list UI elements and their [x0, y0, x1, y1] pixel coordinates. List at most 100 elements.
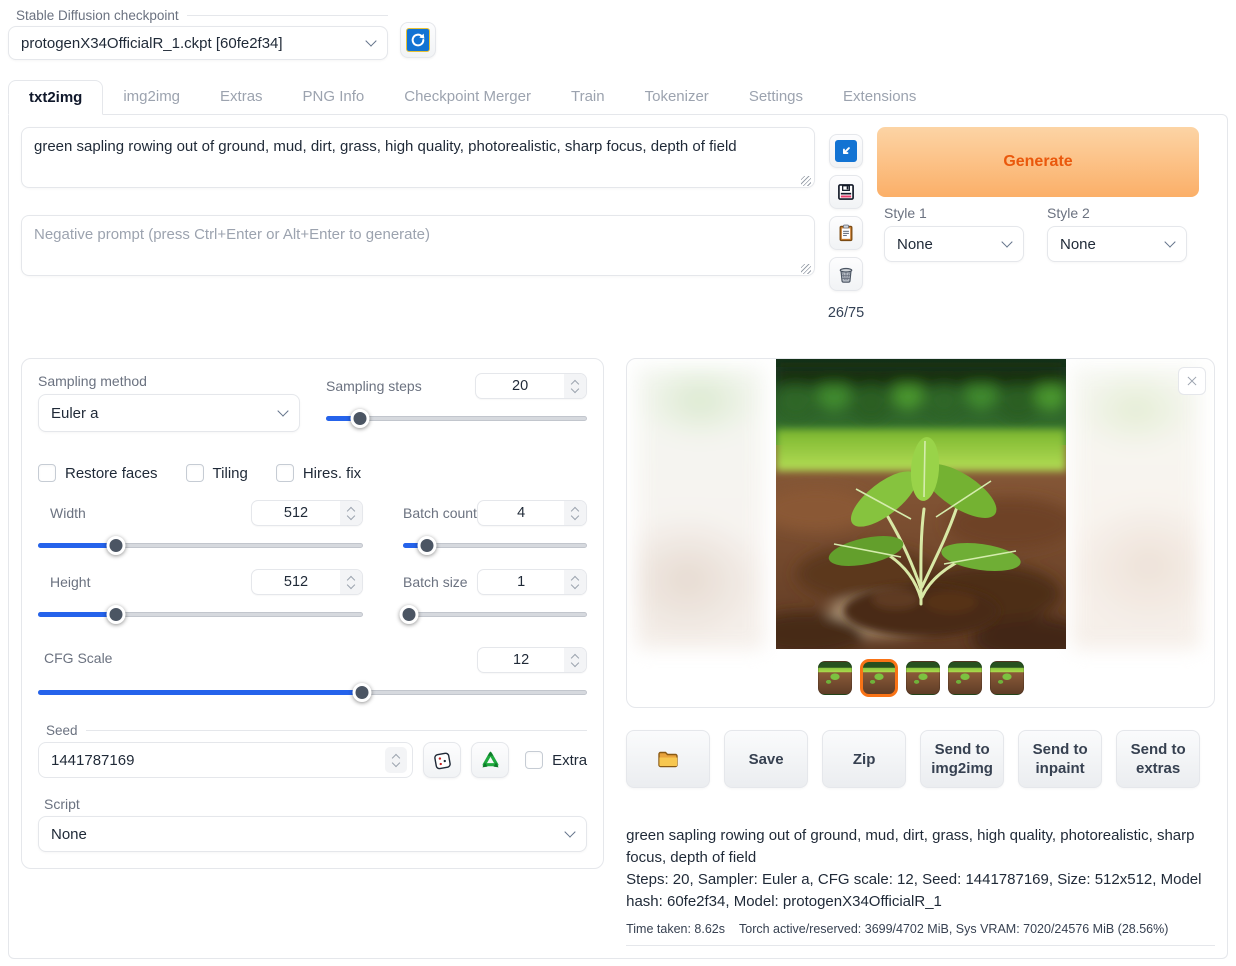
style1-select[interactable]: None	[884, 226, 1024, 262]
batch-size-label: Batch size	[403, 574, 468, 590]
checkbox-icon[interactable]	[38, 464, 56, 482]
height-field: Height 512	[38, 569, 363, 623]
tab-settings[interactable]: Settings	[729, 80, 823, 114]
tab-tokenizer[interactable]: Tokenizer	[625, 80, 729, 114]
tab-extensions[interactable]: Extensions	[823, 80, 936, 114]
close-icon	[1185, 374, 1199, 388]
tab-extras[interactable]: Extras	[200, 80, 283, 114]
seed-input[interactable]: 1441787169	[38, 742, 413, 778]
batch-count-input[interactable]: 4	[477, 500, 587, 526]
spinner-icon[interactable]	[340, 501, 362, 525]
batch-count-slider[interactable]	[403, 536, 587, 554]
clear-prompt-button[interactable]	[829, 257, 863, 291]
folder-icon	[656, 747, 680, 771]
hires-fix-checkbox[interactable]: Hires. fix	[276, 464, 361, 482]
gallery-thumbnail-5[interactable]	[990, 661, 1024, 695]
send-to-extras-button[interactable]: Send to extras	[1116, 730, 1200, 788]
batch-count-field: Batch count 4	[403, 500, 587, 554]
negative-prompt-input[interactable]	[21, 215, 815, 276]
extra-seed-label: Extra	[552, 752, 587, 769]
cfg-scale-slider[interactable]	[38, 683, 587, 701]
sampling-steps-label: Sampling steps	[326, 378, 422, 394]
refresh-checkpoints-button[interactable]	[400, 22, 436, 58]
height-slider[interactable]	[38, 605, 363, 623]
checkbox-icon[interactable]	[525, 751, 543, 769]
reuse-seed-button[interactable]	[471, 742, 509, 778]
send-to-inpaint-button[interactable]: Send to inpaint	[1018, 730, 1102, 788]
script-select-value: None	[51, 826, 87, 843]
seed-field: Seed 1441787169	[38, 723, 587, 778]
sampling-method-select[interactable]: Euler a	[38, 394, 300, 432]
chevron-down-icon	[277, 405, 288, 416]
paste-generation-params-button[interactable]	[829, 134, 863, 168]
batch-size-input[interactable]: 1	[477, 569, 587, 595]
restore-faces-checkbox[interactable]: Restore faces	[38, 464, 158, 482]
slider-handle[interactable]	[350, 409, 369, 428]
main-tab-bar: txt2img img2img Extras PNG Info Checkpoi…	[8, 80, 1228, 114]
spinner-icon[interactable]	[385, 747, 407, 773]
tab-txt2img[interactable]: txt2img	[8, 80, 103, 115]
tab-train[interactable]: Train	[551, 80, 625, 114]
gallery-thumbnail-3[interactable]	[906, 661, 940, 695]
slider-handle[interactable]	[352, 683, 371, 702]
gallery-thumbnail-2-selected[interactable]	[860, 659, 898, 697]
recycle-icon	[480, 750, 501, 771]
clipboard-icon	[836, 223, 856, 243]
save-style-button[interactable]	[829, 175, 863, 209]
random-seed-button[interactable]	[423, 742, 461, 778]
slider-handle[interactable]	[417, 536, 436, 555]
width-slider[interactable]	[38, 536, 363, 554]
tiling-checkbox[interactable]: Tiling	[186, 464, 248, 482]
extra-seed-checkbox[interactable]: Extra	[525, 751, 587, 769]
batch-count-label: Batch count	[403, 505, 477, 521]
spinner-icon[interactable]	[564, 374, 586, 398]
spinner-icon[interactable]	[340, 570, 362, 594]
style2-select[interactable]: None	[1047, 226, 1187, 262]
cfg-scale-label: CFG Scale	[38, 650, 112, 666]
script-field: Script None	[38, 796, 587, 852]
batch-size-slider[interactable]	[403, 605, 587, 623]
width-input[interactable]: 512	[251, 500, 363, 526]
script-select[interactable]: None	[38, 816, 587, 852]
checkbox-icon[interactable]	[186, 464, 204, 482]
gallery-thumbnail-1[interactable]	[818, 661, 852, 695]
tab-checkpoint-merger[interactable]: Checkpoint Merger	[384, 80, 551, 114]
generate-button[interactable]: Generate	[877, 127, 1199, 197]
apply-style-button[interactable]	[829, 216, 863, 250]
gallery-backdrop-left	[636, 367, 764, 649]
close-gallery-button[interactable]	[1178, 367, 1206, 395]
seed-label: Seed	[38, 723, 587, 738]
slider-handle[interactable]	[399, 605, 418, 624]
style2-field: Style 2 None	[1047, 205, 1187, 262]
spinner-icon[interactable]	[564, 501, 586, 525]
sampling-steps-slider[interactable]	[326, 409, 587, 427]
chevron-down-icon	[564, 826, 575, 837]
prompt-input[interactable]: green sapling rowing out of ground, mud,…	[21, 127, 815, 188]
tab-img2img[interactable]: img2img	[103, 80, 200, 114]
generation-info-prompt: green sapling rowing out of ground, mud,…	[626, 825, 1215, 869]
sampling-steps-input[interactable]: 20	[475, 373, 587, 399]
prompt-column: green sapling rowing out of ground, mud,…	[21, 127, 815, 321]
sampling-method-field: Sampling method Euler a	[38, 373, 300, 432]
checkpoint-select[interactable]: protogenX34OfficialR_1.ckpt [60fe2f34]	[8, 26, 388, 60]
cfg-scale-input[interactable]: 12	[477, 647, 587, 673]
save-button[interactable]: Save	[724, 730, 808, 788]
height-input[interactable]: 512	[251, 569, 363, 595]
restore-faces-label: Restore faces	[65, 465, 158, 482]
open-folder-button[interactable]	[626, 730, 710, 788]
generated-image[interactable]	[776, 359, 1066, 649]
spinner-icon[interactable]	[564, 570, 586, 594]
spinner-icon[interactable]	[564, 648, 586, 672]
style-selects-row: Style 1 None Style 2 None	[877, 205, 1199, 262]
slider-handle[interactable]	[107, 605, 126, 624]
slider-handle[interactable]	[107, 536, 126, 555]
batch-size-field: Batch size 1	[403, 569, 587, 623]
generation-info-params: Steps: 20, Sampler: Euler a, CFG scale: …	[626, 869, 1215, 913]
tab-png-info[interactable]: PNG Info	[283, 80, 385, 114]
zip-button[interactable]: Zip	[822, 730, 906, 788]
checkbox-icon[interactable]	[276, 464, 294, 482]
style1-label: Style 1	[884, 205, 1024, 221]
send-to-img2img-button[interactable]: Send to img2img	[920, 730, 1004, 788]
style2-select-value: None	[1060, 236, 1096, 253]
gallery-thumbnail-4[interactable]	[948, 661, 982, 695]
